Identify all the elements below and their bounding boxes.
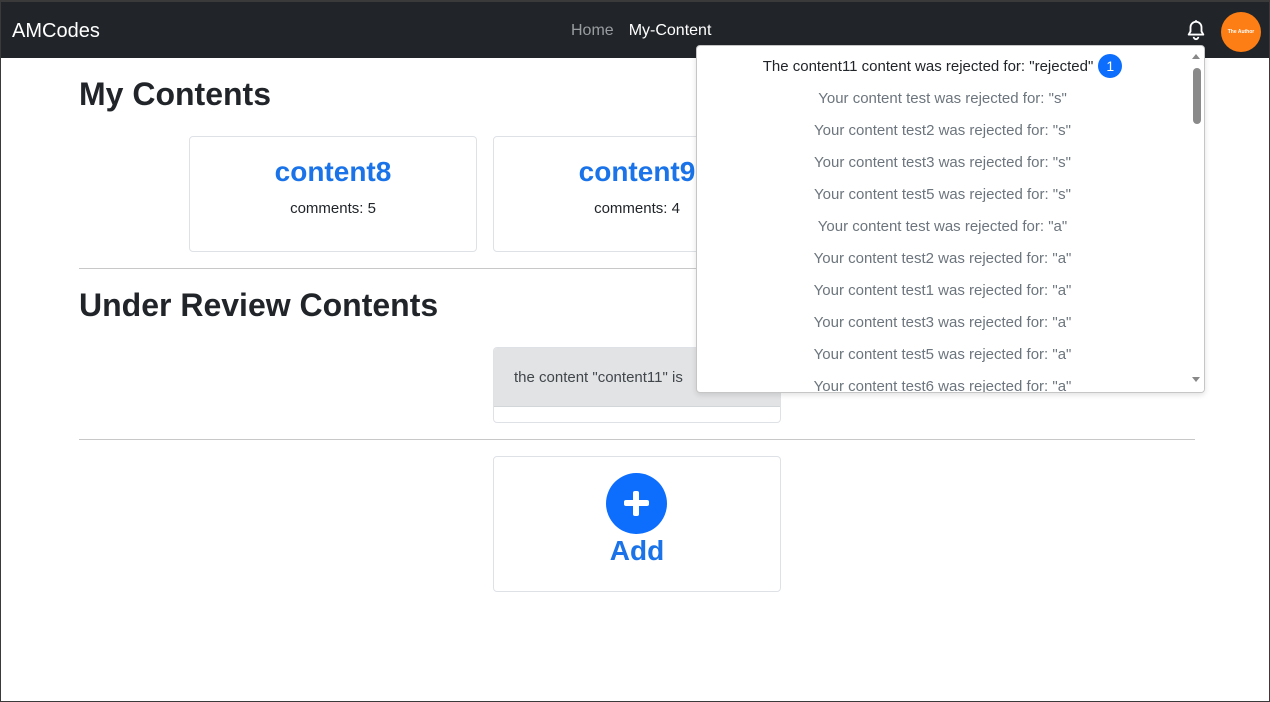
scroll-up-arrow-icon[interactable] xyxy=(1192,54,1200,59)
my-contents-heading: My Contents xyxy=(79,76,271,112)
notification-text: The content11 content was rejected for: … xyxy=(762,57,1094,75)
nav-links: Home My-Content xyxy=(571,22,711,40)
notification-item[interactable]: Your content test was rejected for: "a" xyxy=(697,210,1188,242)
avatar[interactable]: The Author xyxy=(1221,12,1261,52)
scroll-down-arrow-icon[interactable] xyxy=(1192,377,1200,382)
comments-count: comments: 5 xyxy=(290,200,376,217)
notification-item[interactable]: Your content test2 was rejected for: "a" xyxy=(697,242,1188,274)
notification-item[interactable]: Your content test5 was rejected for: "s" xyxy=(697,178,1188,210)
notification-item[interactable]: Your content test1 was rejected for: "a" xyxy=(697,274,1188,306)
add-label: Add xyxy=(609,535,665,566)
under-review-heading: Under Review Contents xyxy=(79,287,439,323)
notifications-dropdown: The content11 content was rejected for: … xyxy=(696,45,1205,393)
scroll-thumb[interactable] xyxy=(1193,68,1201,124)
notification-item[interactable]: Your content test3 was rejected for: "s" xyxy=(697,146,1188,178)
bell-icon[interactable] xyxy=(1185,19,1207,41)
notification-item[interactable]: The content11 content was rejected for: … xyxy=(697,50,1188,82)
nav-link-home[interactable]: Home xyxy=(571,22,614,40)
unread-badge: 1 xyxy=(1098,54,1123,78)
notification-item[interactable]: Your content test was rejected for: "s" xyxy=(697,82,1188,114)
notifications-list: The content11 content was rejected for: … xyxy=(697,50,1188,393)
content-card: content8 comments: 5 xyxy=(189,136,477,252)
plus-circle-icon xyxy=(606,473,667,534)
add-content-button[interactable]: Add xyxy=(493,456,781,592)
brand-logo[interactable]: AMCodes xyxy=(12,20,100,43)
section-divider xyxy=(79,439,1195,440)
content-title-link[interactable]: content8 xyxy=(190,156,476,188)
notification-item[interactable]: Your content test3 was rejected for: "a" xyxy=(697,306,1188,338)
dropdown-scrollbar[interactable] xyxy=(1188,46,1204,392)
notification-item[interactable]: Your content test6 was rejected for: "a" xyxy=(697,370,1188,393)
notification-item[interactable]: Your content test2 was rejected for: "s" xyxy=(697,114,1188,146)
nav-link-my-content[interactable]: My-Content xyxy=(629,22,712,40)
notification-item[interactable]: Your content test5 was rejected for: "a" xyxy=(697,338,1188,370)
